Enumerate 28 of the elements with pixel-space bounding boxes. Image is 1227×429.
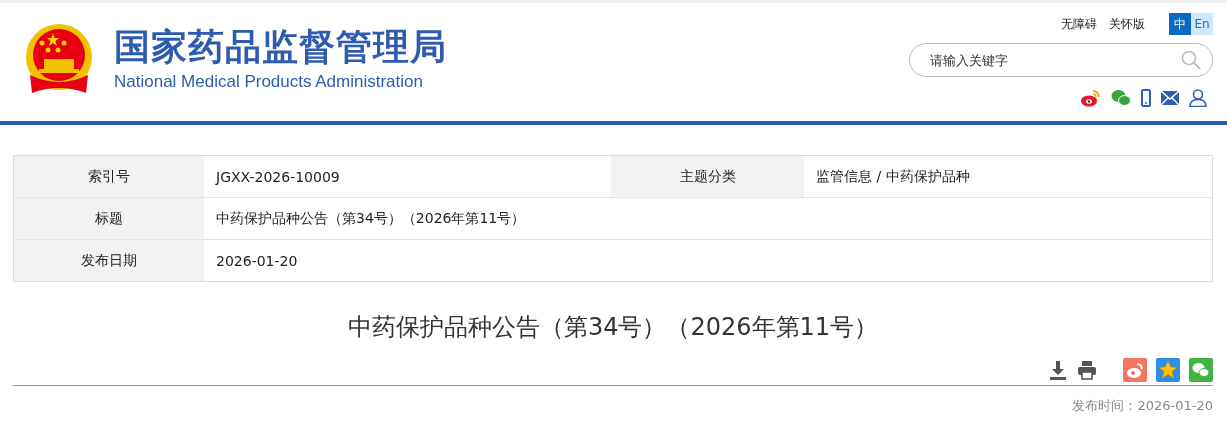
field-value: JGXX-2026-10009 <box>214 167 341 187</box>
field-label: 发布日期 <box>14 240 204 281</box>
site-subtitle: National Medical Products Administration <box>114 72 424 92</box>
download-icon[interactable] <box>1048 360 1068 380</box>
weibo-share-icon[interactable] <box>1123 358 1147 382</box>
publish-time: 发布时间：2026-01-20 <box>1071 397 1213 415</box>
article-title: 中药保护品种公告（第34号）（2026年第11号） <box>346 312 880 343</box>
search-field[interactable]: 请输入关键字 <box>909 43 1213 77</box>
wechat-share-icon[interactable] <box>1189 358 1213 382</box>
mail-icon[interactable] <box>1161 91 1179 105</box>
user-icon[interactable] <box>1189 89 1207 107</box>
print-icon[interactable] <box>1077 360 1097 380</box>
field-label: 标题 <box>14 198 204 239</box>
field-value: 中药保护品种公告（第34号）（2026年第11号） <box>215 208 527 228</box>
header-link[interactable]: 无障碍 <box>1061 15 1097 33</box>
field-value: 监管信息 / 中药保护品种 <box>815 166 971 186</box>
field-label: 索引号 <box>14 156 204 197</box>
emblem-logo <box>24 23 94 95</box>
weibo-icon[interactable] <box>1081 89 1101 107</box>
header-link[interactable]: 关怀版 <box>1109 15 1145 33</box>
field-value: 2026-01-20 <box>215 251 299 271</box>
wechat-icon[interactable] <box>1111 89 1131 107</box>
field-label: 主题分类 <box>611 156 804 197</box>
site-title: 国家药品监督管理局 <box>114 26 447 68</box>
star-share-icon[interactable] <box>1156 358 1180 382</box>
phone-icon[interactable] <box>1141 89 1151 107</box>
language-tab[interactable]: 中 <box>1169 13 1191 35</box>
language-tab[interactable]: En <box>1191 13 1213 35</box>
